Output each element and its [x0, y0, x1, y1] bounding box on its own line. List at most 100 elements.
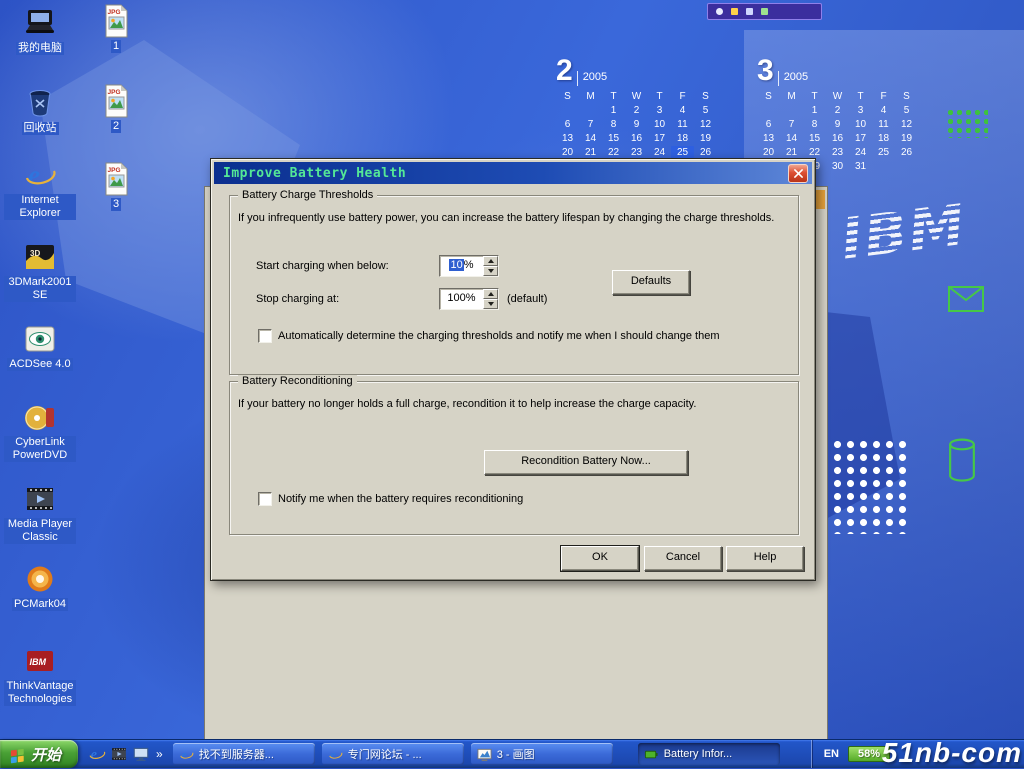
desktop-icon-label: ThinkVantage Technologies — [4, 680, 76, 706]
desktop-icon-label: 1 — [111, 40, 121, 53]
taskbar-task-forum[interactable]: e专门网论坛 - ... — [322, 743, 464, 765]
svg-text:IBM: IBM — [30, 657, 47, 667]
calendar-day: 13 — [757, 132, 780, 146]
utility-icon[interactable] — [746, 8, 753, 15]
desktop-icon-label: Internet Explorer — [4, 194, 76, 220]
calendar-weekday: M — [579, 90, 602, 104]
utility-toolbar[interactable] — [707, 3, 822, 20]
start-threshold-spinner[interactable]: 10% — [439, 255, 499, 277]
desktop-icon-label: 3DMark2001 SE — [4, 276, 76, 302]
calendar-day: 11 — [671, 118, 694, 132]
taskbar-task-paint[interactable]: 3 - 画图 — [471, 743, 613, 765]
desktop-icon-my-computer[interactable]: 我的电脑 — [4, 6, 76, 55]
jpg-icon: JPG — [98, 4, 134, 38]
battery-icon — [644, 747, 659, 762]
checkbox-label: Automatically determine the charging thr… — [278, 330, 719, 342]
calendar-day: 12 — [895, 118, 918, 132]
paint-icon — [477, 747, 492, 762]
calendar-day: 7 — [579, 118, 602, 132]
calendar-day: 1 — [602, 104, 625, 118]
start-button[interactable]: 开始 — [0, 740, 78, 768]
desktop-icon-pcmark04[interactable]: PCMark04 — [4, 562, 76, 611]
calendar-day: 15 — [602, 132, 625, 146]
taskbar-task-server-not-found[interactable]: e找不到服务器... — [173, 743, 315, 765]
notify-recondition-checkbox[interactable]: Notify me when the battery requires reco… — [258, 492, 523, 506]
svg-text:JPG: JPG — [108, 89, 121, 96]
envelope-icon — [948, 286, 984, 312]
calendar-day: 19 — [694, 132, 717, 146]
desktop-icon-thinkvantage-technologies[interactable]: IBM ThinkVantage Technologies — [4, 644, 76, 706]
battery-charge-thresholds-group: Battery Charge Thresholds If you infrequ… — [229, 195, 799, 375]
quicklaunch-desktop-icon[interactable] — [132, 745, 150, 763]
desktop-icon-internet-explorer[interactable]: e Internet Explorer — [4, 158, 76, 220]
svg-text:e: e — [28, 160, 40, 190]
ok-button[interactable]: OK — [561, 546, 639, 571]
calendar-weekday: S — [694, 90, 717, 104]
spin-down-button[interactable] — [483, 266, 498, 276]
checkbox-box[interactable] — [258, 329, 272, 343]
start-charging-label: Start charging when below: — [256, 260, 389, 272]
desktop-icon-acdsee[interactable]: ACDSee 4.0 — [4, 322, 76, 371]
spin-up-button[interactable] — [483, 289, 498, 299]
ie-icon: e — [22, 158, 58, 192]
close-button[interactable] — [788, 164, 808, 183]
calendar-day: 8 — [602, 118, 625, 132]
group-legend: Battery Charge Thresholds — [238, 189, 377, 201]
cancel-button[interactable]: Cancel — [644, 546, 722, 571]
desktop-icon-3dmark2001-se[interactable]: 3D 3DMark2001 SE — [4, 240, 76, 302]
quicklaunch-mpc-icon[interactable] — [110, 745, 128, 763]
calendar-day: 14 — [780, 132, 803, 146]
calendar-weekday: T — [849, 90, 872, 104]
language-indicator[interactable]: EN — [824, 748, 839, 760]
help-button[interactable]: Help — [726, 546, 804, 571]
calendar-day: 3 — [648, 104, 671, 118]
desktop-icon-recycle-bin[interactable]: 回收站 — [4, 86, 76, 135]
my-computer-icon — [22, 6, 58, 40]
checkbox-box[interactable] — [258, 492, 272, 506]
desktop-icon-label: 3 — [111, 198, 121, 211]
recondition-battery-button[interactable]: Recondition Battery Now... — [484, 450, 688, 475]
utility-icon[interactable] — [761, 8, 768, 15]
calendar-day: 8 — [803, 118, 826, 132]
desktop-icon-jpg-3[interactable]: JPG3 — [88, 162, 144, 211]
calendar-day — [895, 160, 918, 174]
desktop-icon-jpg-2[interactable]: JPG2 — [88, 84, 144, 133]
recondition-description: If your battery no longer holds a full c… — [238, 398, 790, 410]
mark3d-icon: 3D — [22, 240, 58, 274]
desktop-icon-cyberlink-powerdvd[interactable]: CyberLink PowerDVD — [4, 400, 76, 462]
calendar-day: 2 — [625, 104, 648, 118]
calendar-day — [556, 104, 579, 118]
desktop-icon-jpg-1[interactable]: JPG 1 — [88, 4, 144, 53]
calendar-day: 16 — [625, 132, 648, 146]
task-label: 专门网论坛 - ... — [348, 746, 422, 762]
ibm-logo: IBM — [838, 189, 1006, 286]
defaults-button[interactable]: Defaults — [612, 270, 690, 295]
calendar-day: 15 — [803, 132, 826, 146]
quicklaunch-overflow-chevron[interactable]: » — [156, 747, 163, 761]
calendar-day: 9 — [625, 118, 648, 132]
quicklaunch-ie-icon[interactable]: e — [88, 745, 106, 763]
calendar-weekday: T — [602, 90, 625, 104]
thresholds-description: If you infrequently use battery power, y… — [238, 212, 790, 224]
utility-icon[interactable] — [716, 8, 723, 15]
calendar-day: 12 — [694, 118, 717, 132]
calendar-day: 10 — [849, 118, 872, 132]
svg-text:3D: 3D — [30, 249, 40, 258]
taskbar-task-battery-information[interactable]: Battery Infor... — [638, 743, 780, 765]
calendar-day: 25 — [872, 146, 895, 160]
spin-up-button[interactable] — [483, 256, 498, 266]
calendar-weekday: T — [803, 90, 826, 104]
desktop-icon-label: Media Player Classic — [4, 518, 76, 544]
desktop-icon-media-player-classic[interactable]: Media Player Classic — [4, 482, 76, 544]
spin-down-button[interactable] — [483, 299, 498, 309]
dialog-titlebar[interactable]: Improve Battery Health — [214, 162, 812, 184]
desktop-icons-column-2: JPG1JPG2JPG3 — [88, 0, 144, 740]
calendar-day: 30 — [826, 160, 849, 174]
calendar-day: 31 — [849, 160, 872, 174]
auto-thresholds-checkbox[interactable]: Automatically determine the charging thr… — [258, 329, 719, 343]
calendar-day: 7 — [780, 118, 803, 132]
utility-icon[interactable] — [731, 8, 738, 15]
calendar-weekday: W — [826, 90, 849, 104]
battery-cylinder-icon — [948, 438, 976, 482]
stop-threshold-spinner[interactable]: 100% — [439, 288, 499, 310]
